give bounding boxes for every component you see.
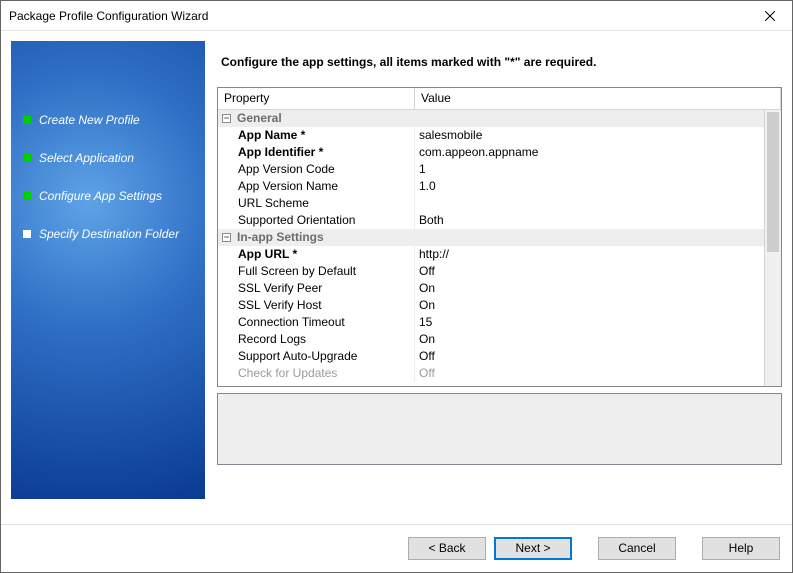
step-configure-app-settings: Configure App Settings (11, 177, 205, 215)
property-name: SSL Verify Host (218, 297, 415, 314)
property-name: Record Logs (218, 331, 415, 348)
step-specify-destination-folder: Specify Destination Folder (11, 215, 205, 253)
vertical-scrollbar[interactable] (764, 110, 781, 386)
property-name: App Identifier * (218, 144, 415, 161)
collapse-icon[interactable]: − (222, 114, 231, 123)
property-name: SSL Verify Peer (218, 280, 415, 297)
property-value[interactable]: On (415, 297, 764, 314)
property-value[interactable]: Off (415, 365, 764, 382)
step-pending-icon (23, 230, 31, 238)
wizard-footer: < Back Next > Cancel Help (1, 524, 792, 572)
group-label: −General (218, 110, 415, 127)
close-icon (765, 11, 775, 21)
property-name: Connection Timeout (218, 314, 415, 331)
grid-header: Property Value (218, 88, 781, 110)
grid-rows: −GeneralApp Name *salesmobileApp Identif… (218, 110, 764, 386)
description-panel (217, 393, 782, 465)
main-panel: Configure the app settings, all items ma… (205, 41, 782, 514)
property-row[interactable]: App Version Code1 (218, 161, 764, 178)
window-title: Package Profile Configuration Wizard (9, 9, 747, 23)
property-name: App Version Code (218, 161, 415, 178)
step-done-icon (23, 154, 31, 162)
group-value (415, 229, 764, 246)
instruction-text: Configure the app settings, all items ma… (217, 41, 782, 87)
group-value (415, 110, 764, 127)
property-name: Support Auto-Upgrade (218, 348, 415, 365)
close-button[interactable] (747, 1, 792, 30)
property-value[interactable]: Off (415, 263, 764, 280)
group-label-text: General (237, 110, 282, 127)
property-value[interactable]: 1 (415, 161, 764, 178)
property-name: App Version Name (218, 178, 415, 195)
property-row[interactable]: App URL *http:// (218, 246, 764, 263)
property-row[interactable]: Supported OrientationBoth (218, 212, 764, 229)
step-label: Create New Profile (39, 113, 140, 127)
step-label: Configure App Settings (39, 189, 162, 203)
collapse-icon[interactable]: − (222, 233, 231, 242)
group-label-text: In-app Settings (237, 229, 324, 246)
step-create-new-profile: Create New Profile (11, 101, 205, 139)
property-name: Supported Orientation (218, 212, 415, 229)
grid-body: −GeneralApp Name *salesmobileApp Identif… (218, 110, 781, 386)
property-row[interactable]: SSL Verify PeerOn (218, 280, 764, 297)
step-done-icon (23, 192, 31, 200)
cancel-button[interactable]: Cancel (598, 537, 676, 560)
property-row[interactable]: App Version Name1.0 (218, 178, 764, 195)
property-name: App URL * (218, 246, 415, 263)
property-name: Full Screen by Default (218, 263, 415, 280)
column-header-value[interactable]: Value (415, 88, 781, 109)
step-label: Select Application (39, 151, 134, 165)
property-row[interactable]: App Identifier *com.appeon.appname (218, 144, 764, 161)
body-area: Create New Profile Select Application Co… (1, 31, 792, 524)
step-label: Specify Destination Folder (39, 227, 179, 241)
step-done-icon (23, 116, 31, 124)
property-value[interactable]: 1.0 (415, 178, 764, 195)
next-button[interactable]: Next > (494, 537, 572, 560)
property-value[interactable]: On (415, 280, 764, 297)
property-name: Check for Updates (218, 365, 415, 382)
property-grid: Property Value −GeneralApp Name *salesmo… (217, 87, 782, 387)
group-row[interactable]: −In-app Settings (218, 229, 764, 246)
step-select-application: Select Application (11, 139, 205, 177)
scrollbar-thumb[interactable] (767, 112, 779, 252)
title-bar: Package Profile Configuration Wizard (1, 1, 792, 31)
wizard-window: Package Profile Configuration Wizard Cre… (0, 0, 793, 573)
property-name: App Name * (218, 127, 415, 144)
group-label: −In-app Settings (218, 229, 415, 246)
group-row[interactable]: −General (218, 110, 764, 127)
property-row[interactable]: Support Auto-UpgradeOff (218, 348, 764, 365)
property-row[interactable]: Connection Timeout15 (218, 314, 764, 331)
column-header-property[interactable]: Property (218, 88, 415, 109)
property-name: URL Scheme (218, 195, 415, 212)
back-button[interactable]: < Back (408, 537, 486, 560)
property-row[interactable]: Record LogsOn (218, 331, 764, 348)
property-value[interactable]: 15 (415, 314, 764, 331)
property-value[interactable] (415, 195, 764, 212)
property-row[interactable]: Check for UpdatesOff (218, 365, 764, 382)
property-row[interactable]: URL Scheme (218, 195, 764, 212)
property-row[interactable]: App Name *salesmobile (218, 127, 764, 144)
property-value[interactable]: Both (415, 212, 764, 229)
wizard-sidebar: Create New Profile Select Application Co… (11, 41, 205, 499)
property-value[interactable]: On (415, 331, 764, 348)
property-value[interactable]: Off (415, 348, 764, 365)
property-row[interactable]: Full Screen by DefaultOff (218, 263, 764, 280)
property-row[interactable]: SSL Verify HostOn (218, 297, 764, 314)
property-value[interactable]: http:// (415, 246, 764, 263)
property-value[interactable]: salesmobile (415, 127, 764, 144)
property-value[interactable]: com.appeon.appname (415, 144, 764, 161)
help-button[interactable]: Help (702, 537, 780, 560)
